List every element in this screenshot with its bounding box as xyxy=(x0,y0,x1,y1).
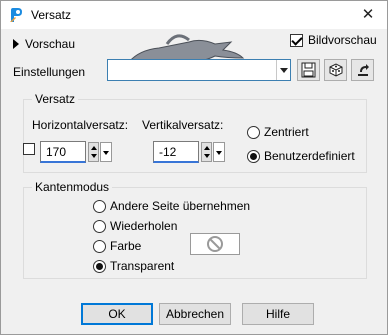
app-icon xyxy=(10,8,22,22)
dice-icon xyxy=(329,63,343,77)
image-preview-checkbox[interactable] xyxy=(290,34,303,47)
repeat-label: Wiederholen xyxy=(110,219,178,233)
repeat-radio[interactable] xyxy=(93,220,106,233)
color-radio[interactable] xyxy=(93,240,106,253)
horizontal-offset-input[interactable]: 170 xyxy=(40,141,86,163)
save-icon xyxy=(301,62,316,78)
transparent-radio[interactable] xyxy=(93,260,106,273)
horizontal-offset-dropdown[interactable] xyxy=(100,142,112,162)
randomize-button[interactable] xyxy=(324,59,347,81)
expand-triangle-icon xyxy=(13,39,19,49)
save-preset-button[interactable] xyxy=(297,59,320,81)
vertical-offset-label: Vertikalversatz: xyxy=(142,118,224,132)
link-offsets-checkbox[interactable] xyxy=(23,143,35,155)
settings-row: Einstellungen xyxy=(1,57,387,83)
wrap-radio[interactable] xyxy=(93,200,106,213)
image-preview-label: Bildvorschau xyxy=(308,33,377,47)
settings-combo[interactable] xyxy=(107,59,291,81)
ok-button[interactable]: OK xyxy=(81,303,153,325)
vertical-offset-input[interactable]: -12 xyxy=(153,141,199,163)
horizontal-offset-label: Horizontalversatz: xyxy=(32,118,129,132)
wrap-label: Andere Seite übernehmen xyxy=(110,199,251,213)
centered-label: Zentriert xyxy=(264,125,309,139)
settings-label: Einstellungen xyxy=(13,65,86,79)
preview-label: Vorschau xyxy=(25,37,76,51)
vertical-offset-spinner[interactable] xyxy=(201,142,212,162)
custom-label: Benutzerdefiniert xyxy=(264,149,355,163)
window-title: Versatz xyxy=(31,8,72,22)
edge-color-swatch[interactable] xyxy=(190,233,240,255)
reset-icon xyxy=(358,64,369,76)
color-label: Farbe xyxy=(110,239,142,253)
close-button[interactable]: ✕ xyxy=(357,5,379,25)
chevron-down-icon[interactable] xyxy=(276,60,290,80)
vertical-offset-dropdown[interactable] xyxy=(213,142,225,162)
horizontal-offset-spinner[interactable] xyxy=(88,142,99,162)
help-button[interactable]: Hilfe xyxy=(242,303,314,325)
centered-radio[interactable] xyxy=(247,126,260,139)
offset-group-title: Versatz xyxy=(32,92,79,106)
title-bar: Versatz ✕ xyxy=(1,1,387,29)
cancel-button[interactable]: Abbrechen xyxy=(159,303,231,325)
no-color-icon xyxy=(207,236,223,252)
versatz-dialog: Versatz ✕ Vorschau Bildvorschau Einstell… xyxy=(0,0,388,335)
custom-radio[interactable] xyxy=(247,150,260,163)
transparent-label: Transparent xyxy=(110,259,175,273)
offset-group: Versatz Horizontalversatz: 170 Vertikalv… xyxy=(23,92,367,173)
edge-mode-group-title: Kantenmodus xyxy=(32,180,113,194)
reset-button[interactable] xyxy=(351,59,374,81)
